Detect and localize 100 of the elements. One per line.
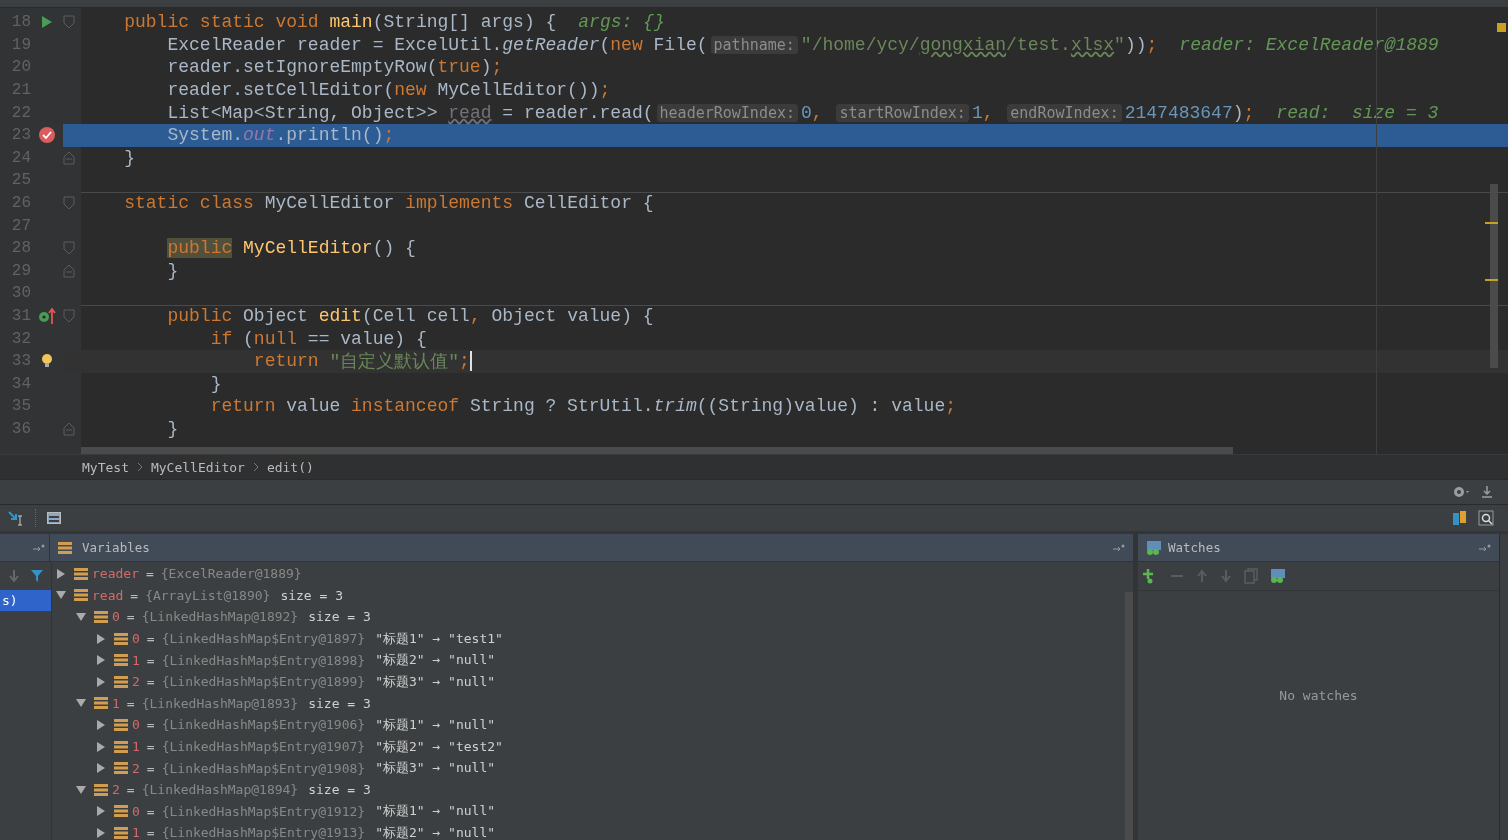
code-text: ExcelReader reader = ExcelUtil.: [167, 34, 503, 55]
code-text: new: [610, 34, 644, 55]
chevron-icon: [252, 462, 259, 472]
expand-arrow-icon[interactable]: [56, 568, 66, 579]
debug-value: reader: ExcelReader@1889: [1179, 34, 1439, 55]
variable-value: {LinkedHashMap$Entry@1907}: [161, 739, 366, 755]
equals-sign: =: [130, 587, 139, 603]
pin-icon[interactable]: [1113, 543, 1125, 552]
field-icon: [74, 566, 88, 581]
filter-icon[interactable]: [30, 569, 44, 583]
expand-arrow-icon[interactable]: [96, 806, 106, 817]
code-text: == value) {: [307, 328, 427, 349]
expand-arrow-icon[interactable]: [96, 676, 106, 687]
watches-icon[interactable]: [1270, 569, 1286, 583]
collapse-arrow-icon[interactable]: [76, 698, 86, 709]
download-icon[interactable]: [1480, 485, 1494, 499]
scrollbar[interactable]: [1485, 184, 1498, 368]
parameter-hint: pathname:: [710, 35, 798, 54]
code-text: public static void: [124, 12, 320, 33]
code-text: /test.: [1006, 34, 1071, 55]
expand-arrow-icon[interactable]: [96, 827, 106, 838]
field-icon: [114, 804, 128, 819]
collapse-arrow-icon[interactable]: [56, 590, 66, 601]
field-icon: [114, 825, 128, 840]
expand-arrow-icon[interactable]: [96, 655, 106, 666]
equals-sign: =: [146, 825, 155, 840]
equals-sign: =: [146, 803, 155, 819]
variable-name: 2: [132, 674, 140, 690]
variable-name: 1: [132, 739, 140, 755]
code-text: Object value) {: [491, 306, 654, 326]
variable-name: read: [92, 587, 124, 603]
code-text: File(: [653, 34, 708, 55]
field-icon: [74, 588, 88, 603]
pin-icon[interactable]: [33, 543, 45, 552]
breadcrumb-item[interactable]: MyTest: [82, 459, 129, 475]
code-text: Object: [243, 306, 309, 326]
collapse-arrow-icon[interactable]: [76, 612, 86, 622]
code-text: main: [329, 12, 373, 33]
variable-value: {LinkedHashMap@1894}: [141, 782, 299, 798]
empty-message: No watches: [1279, 688, 1358, 703]
chevron-icon: [136, 462, 143, 472]
variable-info: "标题3" → "null": [375, 759, 496, 778]
variable-info: "标题2" → "null": [375, 651, 496, 670]
code-text: public: [167, 306, 234, 326]
code-text: (: [599, 34, 611, 55]
equals-sign: =: [126, 695, 135, 711]
parameter-hint: endRowIndex:: [1007, 103, 1122, 122]
equals-sign: =: [146, 717, 155, 733]
field-icon: [114, 739, 128, 754]
code-text: ): [480, 57, 492, 78]
table-icon[interactable]: [47, 512, 61, 524]
field-icon: [114, 674, 128, 689]
variable-value: {LinkedHashMap@1893}: [141, 695, 299, 711]
code-text: return: [253, 351, 320, 372]
scrollbar[interactable]: [81, 447, 1233, 454]
variable-info: size = 3: [308, 782, 371, 798]
expand-arrow-icon[interactable]: [96, 741, 106, 752]
debug-value: args: {}: [578, 12, 665, 33]
frame-item[interactable]: s): [0, 590, 51, 611]
code-text: trim: [653, 396, 697, 417]
variable-name: 1: [132, 652, 140, 668]
code-text: ;: [599, 80, 611, 101]
collapse-arrow-icon[interactable]: [76, 784, 86, 795]
breadcrumb-item[interactable]: MyCellEditor: [150, 459, 245, 475]
equals-sign: =: [146, 760, 155, 776]
code-text: "自定义默认值": [329, 351, 460, 374]
restore-layout-icon[interactable]: [1452, 510, 1468, 526]
code-text: ;: [491, 57, 503, 78]
variable-value: {ArrayList@1890}: [145, 587, 271, 603]
pin-icon[interactable]: [1479, 543, 1491, 552]
variable-value: {LinkedHashMap$Entry@1899}: [161, 674, 366, 690]
code-text: reader.setCellEditor(: [167, 80, 395, 101]
run-icon[interactable]: [41, 15, 53, 30]
settings-icon[interactable]: [1452, 485, 1470, 499]
lightbulb-icon[interactable]: [41, 353, 53, 370]
search-icon[interactable]: [1478, 510, 1494, 526]
warning-marker[interactable]: [1497, 23, 1506, 32]
scrollbar[interactable]: [1125, 592, 1133, 840]
field-icon: [114, 717, 128, 732]
variable-info: "标题2" → "null": [375, 823, 496, 840]
variable-info: "标题1" → "test1": [375, 629, 503, 648]
field-icon: [94, 696, 108, 711]
variable-info: size = 3: [308, 609, 371, 625]
step-icon[interactable]: [7, 510, 25, 526]
override-icon[interactable]: [38, 307, 56, 325]
code-text: return: [210, 396, 277, 417]
code-text: (: [243, 328, 254, 349]
code-text: read: [448, 102, 492, 123]
variable-value: {LinkedHashMap@1892}: [141, 609, 299, 625]
code-text: ;: [1243, 102, 1255, 123]
breadcrumb-item[interactable]: edit(): [266, 459, 314, 475]
expand-arrow-icon[interactable]: [96, 719, 106, 730]
breakpoint-icon[interactable]: [38, 126, 56, 145]
code-text: MyCellEditor()): [437, 80, 600, 101]
variable-name: 0: [132, 631, 140, 647]
expand-arrow-icon[interactable]: [96, 763, 106, 774]
expand-arrow-icon[interactable]: [96, 633, 106, 644]
code-text: ,: [982, 102, 995, 123]
variable-name: 0: [132, 717, 140, 733]
code-text: MyCellEditor: [264, 193, 396, 214]
